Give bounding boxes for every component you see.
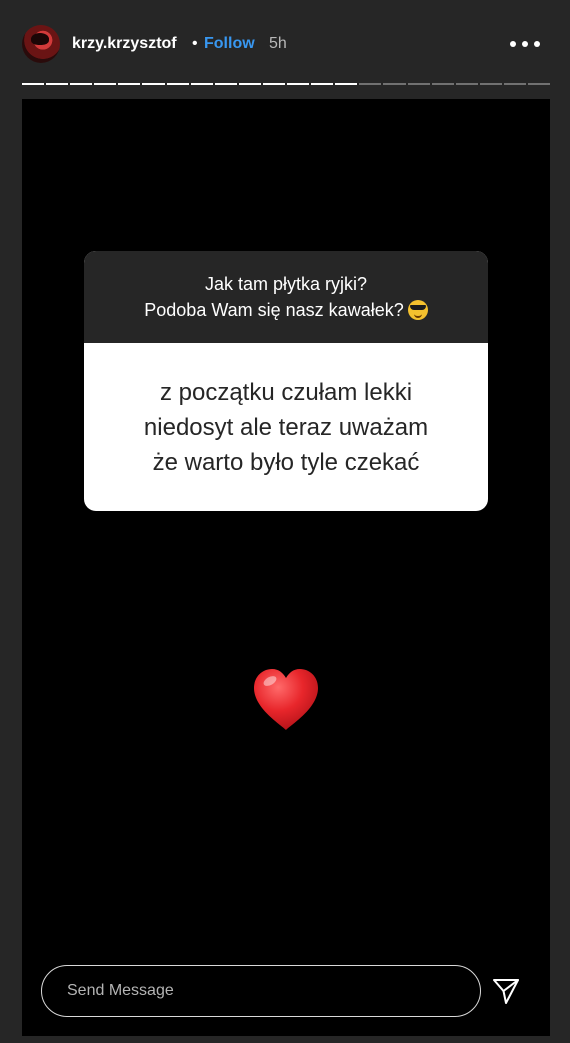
progress-segment xyxy=(503,83,526,85)
progress-segment xyxy=(527,83,551,85)
send-message-placeholder: Send Message xyxy=(67,982,174,999)
question-line-2-text: Podoba Wam się nasz kawałek? xyxy=(144,300,404,320)
progress-segment xyxy=(335,83,358,85)
progress-segment xyxy=(262,83,286,85)
answer-line-1: z początku czułam lekki xyxy=(159,378,413,406)
story-progress-bar xyxy=(22,83,551,85)
question-line-1: Jak tam płytka ryjki? xyxy=(204,274,368,294)
follow-button[interactable]: Follow xyxy=(204,35,255,53)
progress-segment xyxy=(455,83,478,85)
username[interactable]: krzy.krzysztof xyxy=(72,35,177,53)
question-line-2: Podoba Wam się nasz kawałek? xyxy=(144,297,428,323)
question-header: Jak tam płytka ryjki? Podoba Wam się nas… xyxy=(84,251,488,343)
progress-segment xyxy=(22,83,45,85)
progress-segment xyxy=(118,83,141,85)
progress-segment xyxy=(431,83,454,85)
answer-body: z początku czułam lekki niedosyt ale ter… xyxy=(84,343,488,511)
story-canvas[interactable]: Jak tam płytka ryjki? Podoba Wam się nas… xyxy=(22,99,550,1036)
progress-segment xyxy=(359,83,382,85)
send-message-input[interactable]: Send Message xyxy=(41,965,481,1017)
progress-segment xyxy=(407,83,430,85)
story-header: krzy.krzysztof • Follow 5h xyxy=(0,22,570,66)
avatar[interactable] xyxy=(22,25,60,63)
progress-segment xyxy=(311,83,334,85)
more-options-icon[interactable] xyxy=(510,30,540,58)
progress-segment xyxy=(238,83,261,85)
separator-dot: • xyxy=(192,35,198,52)
progress-segment xyxy=(142,83,165,85)
progress-segment xyxy=(383,83,406,85)
sunglasses-emoji-icon xyxy=(407,300,428,320)
paper-plane-icon[interactable] xyxy=(492,977,520,1005)
progress-segment xyxy=(479,83,502,85)
story-viewer: krzy.krzysztof • Follow 5h Jak tam płytk… xyxy=(0,0,570,1043)
progress-segment xyxy=(190,83,213,85)
progress-segment xyxy=(287,83,310,85)
answer-line-3: że warto było tyle czekać xyxy=(152,448,420,476)
time-ago: 5h xyxy=(269,35,287,52)
progress-segment xyxy=(94,83,117,85)
progress-segment xyxy=(46,83,69,85)
question-sticker: Jak tam płytka ryjki? Podoba Wam się nas… xyxy=(84,251,488,511)
progress-segment xyxy=(214,83,237,85)
progress-segment xyxy=(166,83,189,85)
heart-emoji-icon xyxy=(254,669,318,730)
progress-segment xyxy=(70,83,93,85)
answer-line-2: niedosyt ale teraz uważam xyxy=(143,413,429,441)
